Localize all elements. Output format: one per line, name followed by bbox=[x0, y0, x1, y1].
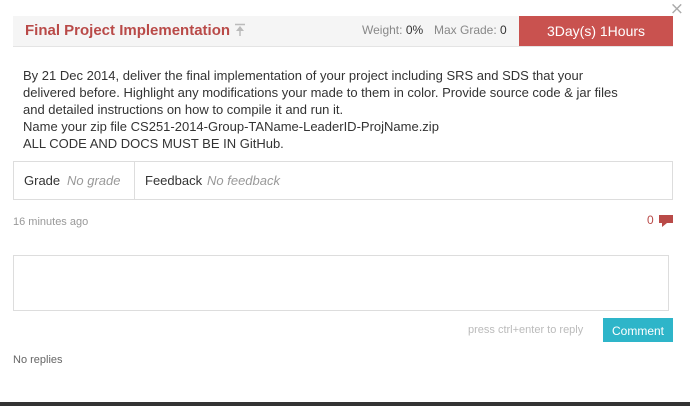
reply-hint: press ctrl+enter to reply bbox=[468, 324, 584, 336]
grade-feedback-box: Grade No grade Feedback No feedback bbox=[13, 161, 673, 200]
feedback-label: Feedback bbox=[145, 173, 203, 188]
comment-count: 0 bbox=[647, 213, 654, 227]
grade-label: Grade bbox=[24, 173, 61, 188]
assignment-header: Final Project Implementation Weight: 0% … bbox=[13, 16, 673, 47]
feedback-cell: Feedback No feedback bbox=[135, 162, 672, 199]
max-grade-value: 0 bbox=[500, 23, 507, 37]
grade-value: No grade bbox=[67, 173, 121, 188]
weight-value: 0% bbox=[405, 23, 424, 37]
description-line: and detailed instructions on how to comp… bbox=[23, 102, 344, 117]
max-grade-info: Max Grade: 0 bbox=[434, 23, 507, 37]
bottom-bar bbox=[0, 402, 690, 406]
assignment-description: By 21 Dec 2014, deliver the final implem… bbox=[23, 67, 663, 152]
max-grade-label: Max Grade: bbox=[434, 23, 497, 37]
reply-input[interactable] bbox=[13, 255, 669, 311]
description-line: ALL CODE AND DOCS MUST BE IN GitHub. bbox=[23, 136, 284, 151]
comment-button[interactable]: Comment bbox=[603, 318, 673, 342]
posted-time: 16 minutes ago bbox=[13, 216, 89, 228]
assignment-title: Final Project Implementation bbox=[25, 22, 231, 39]
deadline-badge: 3Day(s) 1Hours bbox=[519, 16, 673, 46]
no-replies-text: No replies bbox=[13, 354, 63, 366]
comment-icon[interactable] bbox=[659, 215, 673, 227]
weight-label: Weight: bbox=[362, 23, 403, 37]
description-line: Name your zip file CS251-2014-Group-TANa… bbox=[23, 119, 439, 134]
weight-info: Weight: 0% bbox=[362, 23, 423, 37]
description-line: By 21 Dec 2014, deliver the final implem… bbox=[23, 68, 584, 83]
pin-icon[interactable] bbox=[234, 23, 246, 37]
description-line: delivered before. Highlight any modifica… bbox=[23, 85, 618, 100]
feedback-value: No feedback bbox=[207, 173, 280, 188]
grade-cell: Grade No grade bbox=[14, 162, 135, 199]
